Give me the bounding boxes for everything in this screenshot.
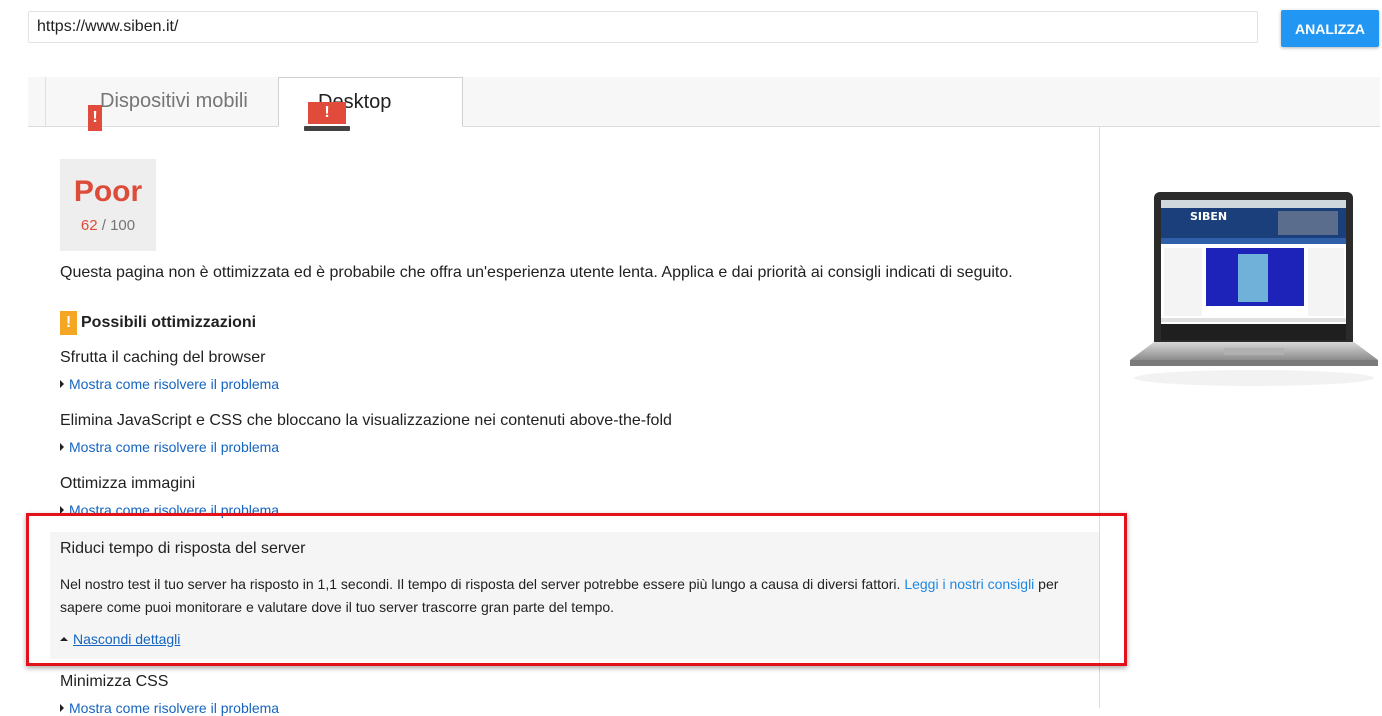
warning-icon: !	[60, 311, 77, 335]
read-tips-link[interactable]: Leggi i nostri consigli	[904, 576, 1034, 592]
expanded-rule-panel: Riduci tempo di risposta del server Nel …	[50, 532, 1099, 659]
score-max: / 100	[101, 217, 136, 234]
tab-desktop[interactable]: ! Desktop	[278, 77, 463, 131]
show-fix-link-render-blocking[interactable]: Mostra come risolvere il problema	[60, 439, 279, 455]
expand-arrow-icon	[60, 443, 64, 451]
show-fix-link-minify-css[interactable]: Mostra come risolvere il problema	[60, 700, 279, 716]
expand-arrow-icon	[60, 704, 64, 712]
preview-site-name: SIBEN	[1190, 210, 1227, 223]
laptop-screenshot-preview: SIBEN	[1128, 192, 1380, 412]
section-title: Possibili ottimizzazioni	[81, 314, 257, 331]
collapse-arrow-icon	[60, 637, 68, 641]
analyze-button[interactable]: ANALIZZA	[1281, 10, 1379, 47]
summary-text: Questa pagina non è ottimizzata ed è pro…	[60, 264, 1013, 281]
score-line: 62 / 100	[60, 217, 156, 234]
hide-details-link[interactable]: Nascondi dettagli	[60, 631, 180, 647]
rule-title-minify-css: Minimizza CSS	[60, 673, 169, 690]
score-value: 62	[80, 217, 98, 234]
expand-arrow-icon	[60, 506, 64, 514]
column-divider	[1099, 127, 1100, 708]
show-fix-link-caching[interactable]: Mostra come risolvere il problema	[60, 376, 279, 392]
rule-description: Nel nostro test il tuo server ha rispost…	[60, 576, 1059, 615]
device-tabs: ! Dispositivi mobili ! Desktop	[28, 77, 1380, 131]
score-badge: Poor 62 / 100	[60, 159, 156, 251]
section-header: ! Possibili ottimizzazioni	[60, 311, 256, 335]
rule-title-server-response: Riduci tempo di risposta del server	[60, 540, 306, 557]
rule-title-render-blocking: Elimina JavaScript e CSS che bloccano la…	[60, 412, 672, 429]
expand-arrow-icon	[60, 380, 64, 388]
tab-mobile[interactable]: ! Dispositivi mobili	[45, 77, 306, 131]
rule-title-caching: Sfrutta il caching del browser	[60, 349, 266, 366]
show-fix-link-images[interactable]: Mostra come risolvere il problema	[60, 502, 279, 518]
score-label: Poor	[73, 175, 143, 208]
tab-mobile-label: Dispositivi mobili	[100, 90, 248, 112]
rule-title-images: Ottimizza immagini	[60, 475, 196, 492]
url-input[interactable]	[28, 11, 1258, 43]
